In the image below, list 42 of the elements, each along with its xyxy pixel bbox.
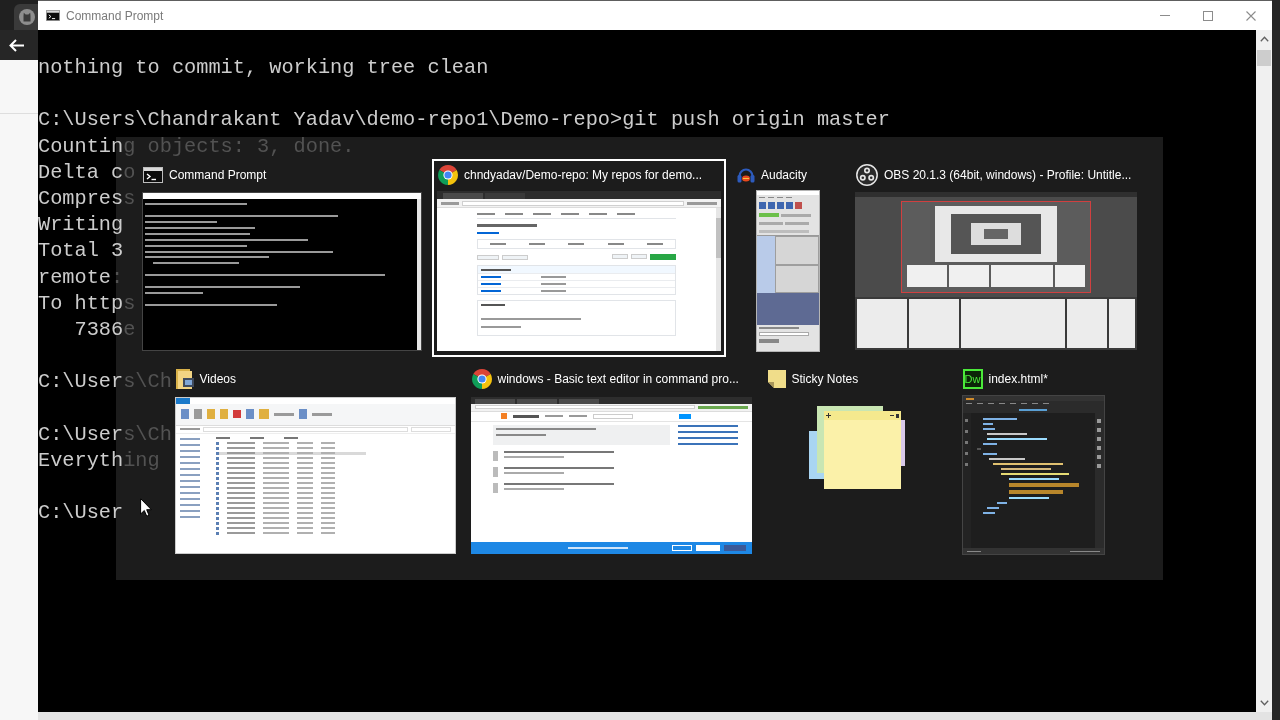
window-tile[interactable]: OBS 20.1.3 (64bit, windows) - Profile: Untitle... xyxy=(855,164,1137,352)
console-text: 7386 xyxy=(73,316,124,343)
window-tile[interactable]: windows - Basic text editor in command pro... xyxy=(470,368,752,556)
window-tile[interactable]: Videos xyxy=(174,368,456,556)
console-text: C:\Users\Chandrakant Yadav\demo-repo1\Demo-repo>git push origin master xyxy=(38,107,890,134)
close-icon xyxy=(1245,10,1256,21)
window-tile[interactable]: Sticky Notes xyxy=(766,368,947,556)
browser-tab[interactable] xyxy=(14,4,38,30)
scroll-up-icon[interactable] xyxy=(1259,36,1269,42)
headphones-icon xyxy=(737,167,755,183)
maximize-icon xyxy=(1202,10,1213,21)
app-logo-icon: Dw xyxy=(962,369,983,389)
console-text: nothing to commit, working tree clean xyxy=(38,55,489,81)
console-text: To http xyxy=(38,290,124,317)
tricolor-circle-icon xyxy=(438,165,458,185)
minimize-icon xyxy=(1159,15,1170,16)
terminal-icon xyxy=(143,167,163,183)
tricolor-circle-icon xyxy=(471,369,492,389)
console-text: C:\User xyxy=(38,421,124,448)
cat-logo-icon xyxy=(19,9,35,25)
window-title: Command Prompt xyxy=(66,7,164,25)
console-text: Compres xyxy=(38,185,124,212)
vertical-scrollbar[interactable] xyxy=(1256,30,1272,712)
console-text: C:\User xyxy=(38,369,124,396)
mouse-pointer-icon xyxy=(140,498,152,517)
console-text: remote xyxy=(38,264,112,291)
console-text: Total 3 xyxy=(38,238,124,265)
console-text: Writing xyxy=(38,212,124,239)
window-tile[interactable]: Dw index.html* xyxy=(961,368,1105,556)
window-tile[interactable]: Audacity xyxy=(736,164,840,352)
console-text: Delta c xyxy=(38,159,124,186)
dimmed-console-text: : xyxy=(111,264,124,291)
window-tile[interactable]: chndyadav/Demo-repo: My repos for demo... xyxy=(432,159,726,357)
terminal-icon xyxy=(46,10,60,21)
console-text: Countin xyxy=(38,133,124,160)
console-text: Everyth xyxy=(38,447,124,474)
window-tile[interactable]: Command Prompt xyxy=(142,164,422,352)
three-circles-icon xyxy=(856,164,878,186)
scroll-down-icon[interactable] xyxy=(1259,700,1269,706)
scrollbar-thumb[interactable] xyxy=(1257,50,1271,66)
console-text: C:\User xyxy=(38,500,124,527)
back-arrow-icon[interactable] xyxy=(9,38,24,52)
